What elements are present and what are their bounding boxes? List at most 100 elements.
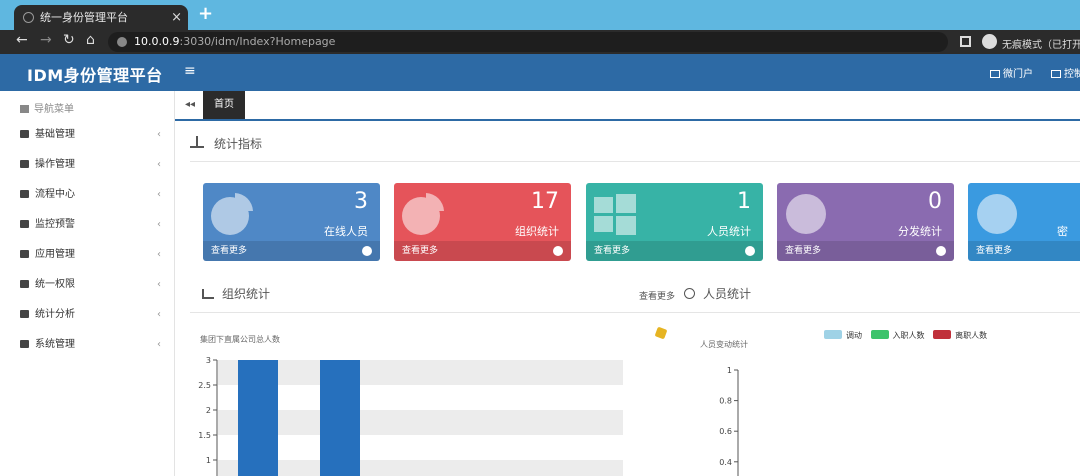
globe-icon bbox=[977, 194, 1017, 234]
y-tick-label: 0.8 bbox=[719, 397, 732, 406]
sidebar-item-label: 系统管理 bbox=[35, 339, 75, 350]
content-tabbar: ◂◂ 首页 bbox=[175, 91, 1080, 121]
portal-link[interactable]: 微门户 bbox=[990, 65, 1033, 80]
user-chart-title: 人员变动统计 bbox=[700, 340, 748, 349]
gears-icon bbox=[20, 340, 29, 348]
new-tab-button[interactable]: + bbox=[198, 3, 213, 24]
y-tick-label: 0.4 bbox=[719, 458, 732, 467]
org-chart-title: 集团下直属公司总人数 bbox=[200, 335, 280, 344]
bar bbox=[320, 360, 360, 476]
legend-label: 离职人数 bbox=[955, 331, 988, 340]
grid-band bbox=[218, 360, 623, 385]
org-bar-chart: 1 1.5 2 2.5 3 bbox=[198, 356, 623, 476]
user-line-chart: 0.4 0.6 0.8 1 bbox=[719, 366, 739, 476]
stat-label: 组织统计 bbox=[515, 225, 559, 238]
sidebar-item-operations[interactable]: 操作管理 ‹ bbox=[0, 150, 175, 180]
address-bar[interactable]: 10.0.0.9:3030/idm/Index?Homepage bbox=[108, 32, 948, 52]
sidebar-item-monitoring[interactable]: 监控预警 ‹ bbox=[0, 210, 175, 240]
reload-icon[interactable]: ↻ bbox=[63, 32, 75, 48]
stat-value: 17 bbox=[531, 189, 559, 214]
grid-band bbox=[218, 410, 623, 435]
chevron-left-icon: ‹ bbox=[157, 249, 161, 260]
stat-more-link[interactable]: 查看更多 bbox=[968, 241, 1080, 261]
console-link[interactable]: 控制 bbox=[1051, 65, 1080, 80]
stat-value: 3 bbox=[354, 189, 368, 214]
browser-tabstrip: 统一身份管理平台 × + bbox=[0, 0, 1080, 30]
sidebar-item-label: 监控预警 bbox=[35, 219, 75, 230]
stat-more-link[interactable]: 查看更多 bbox=[394, 241, 571, 261]
chevron-left-icon: ‹ bbox=[157, 309, 161, 320]
balance-scale-icon bbox=[190, 136, 204, 148]
bar-chart-icon bbox=[202, 289, 214, 299]
arrow-circle-right-icon bbox=[745, 246, 755, 256]
sidebar-item-label: 操作管理 bbox=[35, 159, 75, 170]
site-info-icon[interactable] bbox=[117, 37, 127, 47]
sidebar-item-permissions[interactable]: 统一权限 ‹ bbox=[0, 270, 175, 300]
browser-tab[interactable]: 统一身份管理平台 × bbox=[14, 5, 188, 30]
stat-more-link[interactable]: 查看更多 bbox=[586, 241, 763, 261]
double-chevron-left-icon[interactable]: ◂◂ bbox=[185, 99, 195, 110]
y-tick-label: 1 bbox=[727, 366, 732, 375]
menu-toggle-icon[interactable]: ≡ bbox=[184, 63, 196, 79]
sidebar-item-system[interactable]: 系统管理 ‹ bbox=[0, 330, 175, 360]
globe-icon bbox=[23, 12, 34, 23]
side-panel-icon[interactable] bbox=[960, 36, 971, 47]
y-tick-label: 1 bbox=[206, 456, 211, 465]
user-chart-legend: 调动 入职人数 离职人数 bbox=[824, 330, 993, 341]
area-chart-icon bbox=[20, 310, 29, 318]
legend-item[interactable]: 入职人数 bbox=[870, 330, 925, 341]
y-tick-label: 0.6 bbox=[719, 427, 732, 436]
nav-header-label: 导航菜单 bbox=[34, 104, 74, 115]
panel-divider bbox=[190, 312, 1080, 313]
eye-icon bbox=[20, 220, 29, 228]
stat-card-distribution[interactable]: 0 分发统计 查看更多 bbox=[777, 183, 954, 261]
sidebar-item-label: 基础管理 bbox=[35, 129, 75, 140]
sidebar-item-label: 统一权限 bbox=[35, 279, 75, 290]
list-icon bbox=[20, 250, 29, 258]
stat-label: 密 bbox=[1057, 225, 1068, 238]
tab-home[interactable]: 首页 bbox=[203, 91, 245, 119]
legend-swatch bbox=[824, 330, 842, 339]
sidebar-item-basic[interactable]: 基础管理 ‹ bbox=[0, 120, 175, 150]
nav-menu-header: 导航菜单 bbox=[20, 100, 74, 115]
y-tick-label: 1.5 bbox=[198, 431, 211, 440]
grid-band bbox=[218, 460, 623, 476]
more-label: 查看更多 bbox=[594, 246, 631, 256]
app-title: IDM身份管理平台 bbox=[27, 66, 163, 85]
browser-toolbar: ← → ↻ ⌂ 10.0.0.9:3030/idm/Index?Homepage… bbox=[0, 30, 1080, 54]
stat-card-users[interactable]: 1 人员统计 查看更多 bbox=[586, 183, 763, 261]
arrow-circle-right-icon bbox=[362, 246, 372, 256]
console-label: 控制 bbox=[1064, 69, 1080, 80]
shuffle-icon bbox=[20, 190, 29, 198]
legend-item[interactable]: 离职人数 bbox=[933, 330, 987, 341]
close-icon[interactable]: × bbox=[171, 5, 182, 30]
sidebar-item-workflow[interactable]: 流程中心 ‹ bbox=[0, 180, 175, 210]
legend-item[interactable]: 调动 bbox=[824, 330, 862, 341]
sidebar-item-analytics[interactable]: 统计分析 ‹ bbox=[0, 300, 175, 330]
stat-card-online[interactable]: 3 在线人员 查看更多 bbox=[203, 183, 380, 261]
stat-value: 0 bbox=[928, 189, 942, 214]
sidebar-item-apps[interactable]: 应用管理 ‹ bbox=[0, 240, 175, 270]
stat-value: 1 bbox=[737, 189, 751, 214]
url-path: :3030/idm/Index?Homepage bbox=[179, 35, 336, 48]
chevron-left-icon: ‹ bbox=[157, 129, 161, 140]
stat-label: 分发统计 bbox=[898, 225, 942, 238]
user-circle-icon bbox=[684, 288, 695, 299]
stat-card-org[interactable]: 17 组织统计 查看更多 bbox=[394, 183, 571, 261]
toolbox-icon[interactable] bbox=[654, 326, 668, 340]
stat-more-link[interactable]: 查看更多 bbox=[203, 241, 380, 261]
legend-label: 入职人数 bbox=[892, 331, 925, 340]
incognito-icon[interactable] bbox=[982, 34, 997, 49]
stat-card-password[interactable]: 密 查看更多 bbox=[968, 183, 1080, 261]
forward-arrow-icon[interactable]: → bbox=[40, 32, 52, 48]
sidebar: 导航菜单 基础管理 ‹ 操作管理 ‹ 流程中心 ‹ 监控预警 ‹ 应用管理 ‹ 统一权限 ‹… bbox=[0, 91, 175, 476]
stats-section-label: 统计指标 bbox=[214, 137, 263, 151]
stat-label: 在线人员 bbox=[324, 225, 368, 238]
globe-icon bbox=[786, 194, 826, 234]
org-more-link[interactable]: 查看更多 bbox=[639, 289, 675, 302]
back-arrow-icon[interactable]: ← bbox=[16, 32, 28, 48]
stat-more-link[interactable]: 查看更多 bbox=[777, 241, 954, 261]
legend-swatch bbox=[870, 330, 889, 339]
home-icon[interactable]: ⌂ bbox=[86, 32, 95, 48]
pie-chart-icon bbox=[211, 193, 253, 235]
